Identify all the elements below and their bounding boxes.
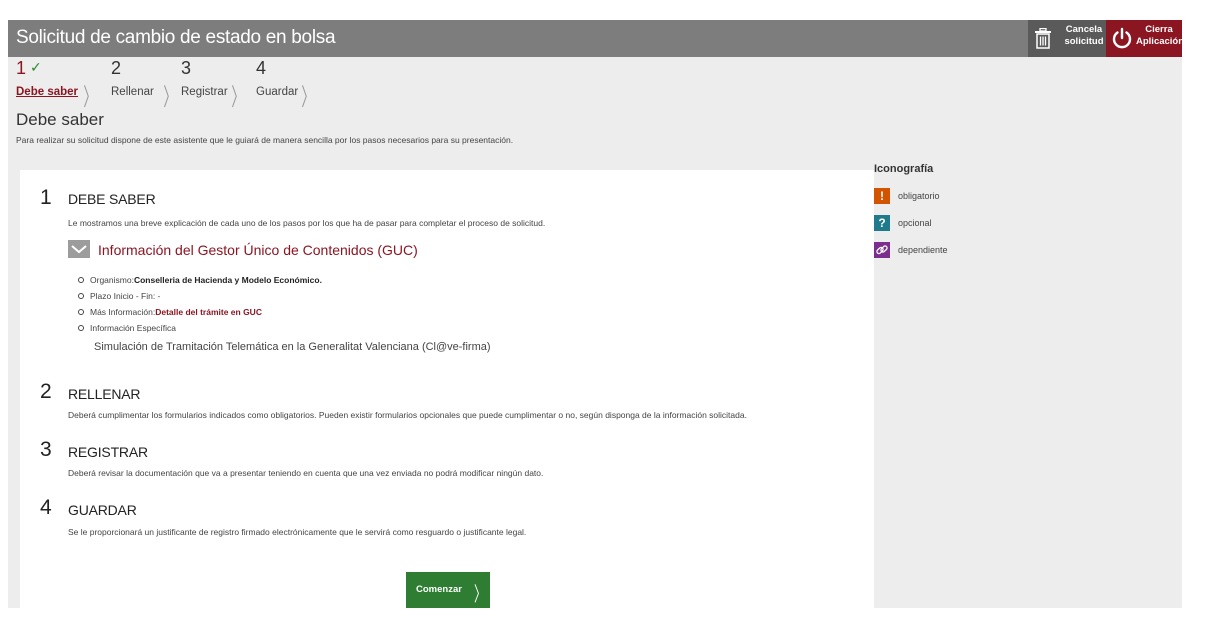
chevron-right-icon: 〉 [301, 83, 315, 111]
guc-title: Información del Gestor Único de Contenid… [98, 242, 418, 258]
cancel-label-line2: solicitud [1064, 36, 1104, 47]
section-heading-rellenar: RELLENAR [68, 386, 141, 402]
step-3-number: 3 [181, 58, 192, 78]
chevron-right-icon: 〉 [83, 83, 97, 111]
start-button-label: Comenzar [416, 584, 462, 595]
list-item: Más Información:Detalle del trámite en G… [78, 304, 322, 320]
section-text: Le mostramos una breve explicación de ca… [68, 218, 546, 228]
guc-info-list: Organismo:Conselleria de Hacienda y Mode… [78, 272, 322, 336]
section-number: 4 [40, 496, 52, 519]
close-app-button[interactable]: Cierra Aplicación [1106, 20, 1182, 57]
step-debe-saber[interactable]: Debe saber [16, 86, 78, 98]
organismo-value: Conselleria de Hacienda y Modelo Económi… [133, 275, 322, 285]
question-icon: ? [874, 215, 890, 231]
section-text: Deberá cumplimentar los formularios indi… [68, 410, 747, 420]
step-registrar[interactable]: Registrar [181, 86, 228, 98]
step-4-number: 4 [256, 58, 267, 78]
page-title: Debe saber [16, 110, 104, 129]
guc-detail-link[interactable]: Detalle del trámite en GUC [155, 307, 262, 317]
trash-icon [1035, 28, 1051, 49]
section-number: 1 [40, 186, 52, 209]
cancel-request-button[interactable]: Cancela solicitud [1028, 20, 1106, 57]
section-text: Deberá revisar la documentación que va a… [68, 468, 544, 478]
application-frame: Solicitud de cambio de estado en bolsa C… [8, 20, 1182, 608]
step-2-number: 2 [111, 58, 122, 78]
app-header: Solicitud de cambio de estado en bolsa C… [8, 20, 1182, 57]
list-item: Organismo:Conselleria de Hacienda y Mode… [78, 272, 322, 288]
legend-title: Iconografía [874, 163, 934, 175]
legend-label: dependiente [898, 245, 948, 255]
page-description: Para realizar su solicitud dispone de es… [16, 135, 514, 145]
legend-label: opcional [898, 218, 932, 228]
legend-label: obligatorio [898, 191, 940, 201]
exclamation-icon: ! [874, 188, 890, 204]
section-heading-registrar: REGISTRAR [68, 444, 148, 460]
section-number: 3 [40, 438, 52, 461]
section-heading-debe-saber: DEBE SABER [68, 191, 156, 207]
step-rellenar[interactable]: Rellenar [111, 86, 154, 98]
start-button[interactable]: Comenzar 〉 [406, 572, 490, 608]
chevron-right-icon: 〉 [163, 83, 177, 111]
list-item: Información Específica [78, 320, 322, 336]
chevron-right-icon: 〉 [231, 83, 245, 111]
step-1-number: 1 [16, 58, 27, 78]
chevron-down-icon [71, 245, 87, 254]
section-number: 2 [40, 380, 52, 403]
step-guardar[interactable]: Guardar [256, 86, 298, 98]
chevron-right-icon: 〉 [474, 582, 486, 606]
checkmark-icon: ✓ [30, 59, 42, 75]
section-text: Se le proporcionará un justificante de r… [68, 527, 527, 537]
close-label-line1: Cierra [1145, 24, 1173, 35]
link-icon [874, 242, 890, 258]
collapse-toggle-button[interactable] [68, 240, 90, 258]
app-title: Solicitud de cambio de estado en bolsa [16, 27, 336, 48]
simulation-text: Simulación de Tramitación Telemática en … [94, 341, 491, 353]
close-label-line2: Aplicación [1136, 36, 1182, 47]
section-heading-guardar: GUARDAR [68, 502, 137, 518]
content-card: 1 DEBE SABER Le mostramos una breve expl… [20, 170, 874, 608]
cancel-label-line1: Cancela [1065, 24, 1103, 35]
power-icon [1112, 27, 1132, 49]
list-item: Plazo Inicio - Fin: - [78, 288, 322, 304]
